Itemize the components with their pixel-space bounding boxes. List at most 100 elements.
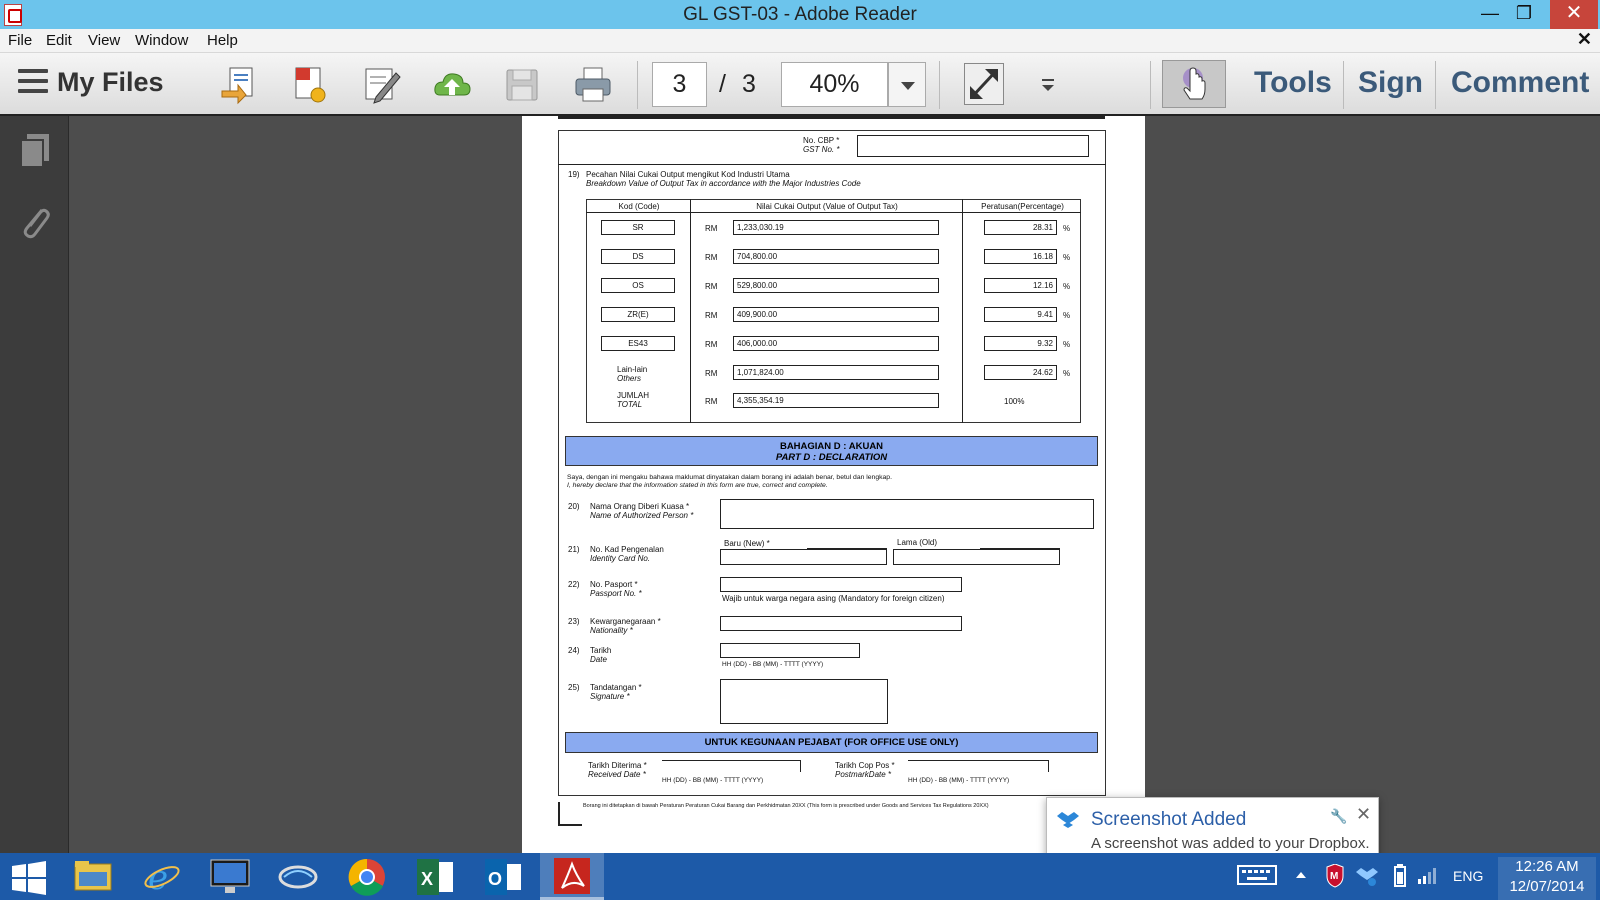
settings-icon[interactable]: 🔧 [1330,808,1347,825]
pdf-page: No. CBP * GST No. * 19) Pecahan Nilai Cu… [522,116,1145,853]
others-label-en: Others [617,374,642,383]
code-field[interactable]: SR [601,220,675,235]
total-label: JUMLAH [617,391,650,400]
page-number-input[interactable]: 3 [652,62,707,107]
menu-help[interactable]: Help [207,32,238,49]
file-explorer-icon[interactable] [61,853,125,900]
excel-icon[interactable]: X [403,853,467,900]
part-d-title-en: PART D : DECLARATION [775,452,888,463]
q24-number: 24) [568,646,580,655]
others-pct-field[interactable]: 24.62 [984,365,1057,380]
dropbox-notification[interactable]: Screenshot Added A screenshot was added … [1046,797,1379,861]
currency-label: RM [705,282,718,291]
postmark-date-format: HH (DD) - BB (MM) - TTTT (YYYY) [908,777,1010,784]
print-icon[interactable] [573,65,613,105]
close-document-button[interactable]: ✕ [1577,29,1592,50]
comment-panel-button[interactable]: Comment [1451,66,1589,100]
document-viewport[interactable]: No. CBP * GST No. * 19) Pecahan Nilai Cu… [69,116,1600,853]
col-pct-header: Peratusan(Percentage) [981,202,1064,211]
internet-explorer-icon[interactable]: e [130,853,194,900]
form-footer: Borang ini ditetapkan di bawah Peraturan… [583,803,989,809]
tools-panel-button[interactable]: Tools [1254,66,1332,100]
notification-body: A screenshot was added to your Dropbox. [1091,835,1370,852]
acrobat-reader-icon[interactable] [540,853,604,900]
lenovo-icon[interactable] [198,853,262,900]
value-field[interactable]: 704,800.00 [733,249,939,264]
passport-field[interactable] [720,577,962,592]
hand-tool-icon[interactable] [1162,60,1226,108]
pct-field[interactable]: 9.32 [984,336,1057,351]
pages-icon[interactable] [18,132,52,170]
value-field[interactable]: 1,233,030.19 [733,220,939,235]
ic-new-label: Baru (New) * [724,539,770,548]
ic-new-field[interactable] [720,549,887,565]
code-field[interactable]: DS [601,249,675,264]
pct-field[interactable]: 16.18 [984,249,1057,264]
app-icon[interactable] [266,853,330,900]
gst-number-field[interactable] [857,135,1089,157]
pct-field[interactable]: 28.31 [984,220,1057,235]
menu-window[interactable]: Window [135,32,188,49]
title-bar: GL GST-03 - Adobe Reader — ❐ ✕ [0,0,1600,29]
total-value-field[interactable]: 4,355,354.19 [733,393,939,408]
received-date-format: HH (DD) - BB (MM) - TTTT (YYYY) [662,777,764,784]
close-notification-button[interactable]: ✕ [1356,804,1371,825]
declaration-text-en: I, hereby declare that the information s… [567,482,828,489]
code-field[interactable]: ES43 [601,336,675,351]
more-tools-icon[interactable] [1038,75,1058,95]
fullscreen-icon[interactable] [964,63,1004,105]
menu-file[interactable]: File [8,32,32,49]
keyboard-icon[interactable] [1237,864,1277,889]
upload-cloud-icon[interactable] [432,65,472,105]
others-value-field[interactable]: 1,071,824.00 [733,365,939,380]
pct-field[interactable]: 12.16 [984,278,1057,293]
start-button[interactable] [10,861,48,895]
zoom-input[interactable]: 40% [781,62,888,107]
signature-field[interactable] [720,679,888,724]
q20-label-en: Name of Authorized Person * [590,511,694,520]
authorized-person-field[interactable] [720,499,1094,529]
show-hidden-icons-icon[interactable] [1295,867,1307,883]
minimize-button[interactable]: — [1473,0,1507,29]
pct-sign: % [1063,340,1071,349]
save-icon[interactable] [502,65,542,105]
pct-field[interactable]: 9.41 [984,307,1057,322]
zoom-dropdown-button[interactable] [888,62,926,107]
maximize-button[interactable]: ❐ [1507,0,1541,29]
dropbox-sync-icon[interactable] [1356,865,1378,890]
postmark-date-label-en: PostmarkDate * [835,770,892,779]
chrome-icon[interactable] [335,853,399,900]
mcafee-icon[interactable]: M [1325,863,1345,891]
wifi-signal-icon[interactable] [1417,865,1439,888]
code-field[interactable]: ZR(E) [601,307,675,322]
value-field[interactable]: 529,800.00 [733,278,939,293]
code-field[interactable]: OS [601,278,675,293]
pct-sign: % [1063,253,1071,262]
value-field[interactable]: 406,000.00 [733,336,939,351]
nationality-field[interactable] [720,616,962,631]
attachment-icon[interactable] [18,202,52,240]
menu-view[interactable]: View [88,32,120,49]
outlook-icon[interactable]: O [471,853,535,900]
q20-label: Nama Orang Diberi Kuasa * [590,502,690,511]
menu-edit[interactable]: Edit [46,32,72,49]
part-d-title: BAHAGIAN D : AKUAN [779,441,884,452]
clock-date: 12/07/2014 [1509,878,1585,895]
language-indicator[interactable]: ENG [1453,868,1483,884]
pct-sign: % [1063,369,1071,378]
clock[interactable]: 12:26 AM 12/07/2014 [1498,857,1596,900]
q25-label-en: Signature * [590,692,630,701]
edit-icon[interactable] [362,65,402,105]
toolbar: My Files 3 / 3 40% Tools Sign Comment [0,53,1600,116]
sign-panel-button[interactable]: Sign [1358,66,1423,100]
q24-label-en: Date [590,655,607,664]
total-label-en: TOTAL [617,400,643,409]
battery-icon[interactable] [1394,864,1406,891]
value-field[interactable]: 409,900.00 [733,307,939,322]
open-file-icon[interactable] [220,65,260,105]
ic-old-field[interactable] [893,549,1060,565]
create-pdf-icon[interactable] [290,65,330,105]
date-field[interactable] [720,643,860,658]
close-window-button[interactable]: ✕ [1550,0,1598,29]
currency-label: RM [705,397,718,406]
